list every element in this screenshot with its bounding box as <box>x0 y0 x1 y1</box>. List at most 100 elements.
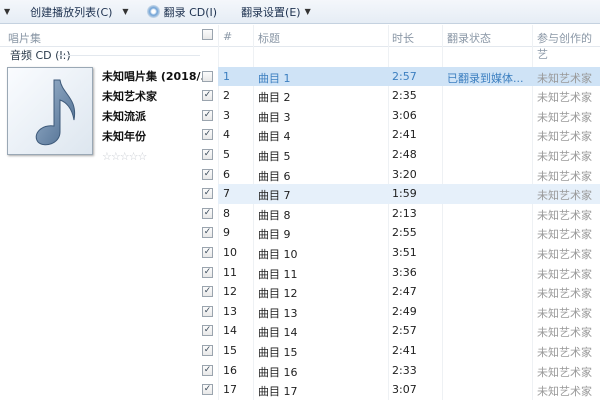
track-checkbox[interactable]: ✓ <box>202 149 213 160</box>
track-row[interactable]: 5 曲目 5 2:48 未知艺术家 <box>218 145 600 165</box>
music-note-icon <box>35 79 76 146</box>
track-checkbox[interactable]: ✓ <box>202 266 213 278</box>
chevron-down-icon[interactable]: ▼ <box>4 7 10 16</box>
track-row[interactable]: 3 曲目 3 3:06 未知艺术家 <box>218 106 600 126</box>
track-title: 曲目 10 <box>258 248 298 261</box>
track-title: 曲目 6 <box>258 169 291 183</box>
track-number: 5 <box>223 148 230 161</box>
track-row[interactable]: 17 曲目 17 3:07 未知艺术家 <box>218 380 600 400</box>
track-title: 曲目 17 <box>258 385 298 399</box>
rip-settings-label: 翻录设置(E) <box>241 5 301 19</box>
track-row[interactable]: 16 曲目 16 2:33 未知艺术家 <box>218 361 600 381</box>
album-name[interactable]: 未知唱片集 (2018/... <box>102 68 213 84</box>
track-artist: 未知艺术家 <box>537 71 592 85</box>
album-art <box>7 67 93 155</box>
track-number: 12 <box>223 285 237 299</box>
create-playlist-label: 创建播放列表(C) <box>30 5 113 19</box>
artist-column-header[interactable]: 参与创作的艺 <box>537 30 600 62</box>
track-row[interactable]: 7 曲目 7 1:59 未知艺术家 <box>218 184 600 204</box>
track-artist: 未知艺术家 <box>537 91 592 105</box>
track-number: 8 <box>223 206 230 220</box>
track-duration: 3:36 <box>392 265 417 279</box>
album-year[interactable]: 未知年份 <box>102 128 146 144</box>
track-checkbox[interactable]: ✓ <box>202 305 213 317</box>
track-row[interactable]: 1 曲目 1 2:57 已翻录到媒体... 未知艺术家 <box>218 66 600 87</box>
track-row[interactable]: 8 曲目 8 2:13 未知艺术家 <box>218 204 600 224</box>
track-artist: 未知艺术家 <box>537 287 592 301</box>
track-duration: 2:35 <box>392 89 417 103</box>
track-duration: 2:33 <box>392 363 417 377</box>
track-row[interactable]: 2 曲目 2 2:35 未知艺术家 <box>218 86 600 106</box>
track-number: 17 <box>223 383 237 397</box>
track-duration: 2:47 <box>392 285 417 299</box>
num-column-header[interactable]: # <box>223 30 232 43</box>
track-duration: 2:49 <box>392 304 417 318</box>
track-row[interactable]: 10 曲目 10 3:51 未知艺术家 <box>218 243 600 263</box>
track-artist: 未知艺术家 <box>537 150 592 163</box>
track-title: 曲目 7 <box>258 189 291 203</box>
rip-cd-button[interactable]: 翻录 CD(I) <box>146 4 217 20</box>
track-checkbox[interactable]: ✓ <box>202 384 213 396</box>
title-column-header[interactable]: 标题 <box>258 30 280 46</box>
track-checkbox[interactable]: ✓ <box>202 325 213 337</box>
track-row[interactable]: 12 曲目 12 2:47 未知艺术家 <box>218 282 600 302</box>
track-checkbox[interactable]: ✓ <box>202 109 213 121</box>
track-row[interactable]: 13 曲目 13 2:49 未知艺术家 <box>218 302 600 322</box>
track-number: 1 <box>223 69 230 83</box>
track-checkbox[interactable]: ✓ <box>202 188 213 200</box>
rip-settings-button[interactable]: 翻录设置(E) ▼ <box>241 4 311 20</box>
create-playlist-button[interactable]: 创建播放列表(C) <box>30 4 112 20</box>
duration-column-header[interactable]: 时长 <box>392 30 414 46</box>
track-artist: 未知艺术家 <box>537 110 592 124</box>
track-artist: 未知艺术家 <box>537 385 592 399</box>
track-row[interactable]: 11 曲目 11 3:36 未知艺术家 <box>218 263 600 283</box>
track-title: 曲目 3 <box>258 110 291 124</box>
track-title: 曲目 1 <box>258 71 291 85</box>
track-checkbox[interactable]: ✓ <box>202 90 213 102</box>
track-title: 曲目 11 <box>258 267 298 281</box>
toolbar: ▼ 创建播放列表(C) ▼ 翻录 CD(I) 翻录设置(E) ▼ <box>0 0 600 24</box>
rating-stars[interactable]: ☆☆☆☆☆ <box>102 150 147 163</box>
track-checkbox[interactable]: ✓ <box>202 227 213 239</box>
track-number: 14 <box>223 324 237 338</box>
track-row[interactable]: 14 曲目 14 2:57 未知艺术家 <box>218 321 600 341</box>
track-checkbox[interactable]: ✓ <box>202 129 213 141</box>
track-duration: 2:41 <box>392 128 417 142</box>
track-number: 11 <box>223 265 237 279</box>
track-checkbox[interactable]: ✓ <box>202 286 213 298</box>
track-artist: 未知艺术家 <box>537 228 592 242</box>
album-column-header[interactable]: 唱片集 <box>8 30 41 46</box>
track-title: 曲目 13 <box>258 306 298 320</box>
track-artist: 未知艺术家 <box>537 306 592 320</box>
track-number: 2 <box>223 89 230 103</box>
track-title: 曲目 4 <box>258 130 291 144</box>
track-checkbox[interactable]: ✓ <box>202 168 213 180</box>
track-duration: 3:51 <box>392 246 417 259</box>
divider <box>58 55 200 56</box>
track-artist: 未知艺术家 <box>537 189 592 203</box>
track-checkbox[interactable]: ✓ <box>202 207 213 219</box>
track-duration: 2:48 <box>392 148 417 161</box>
track-rip-status: 已翻录到媒体... <box>447 71 524 85</box>
track-artist: 未知艺术家 <box>537 169 592 183</box>
track-artist: 未知艺术家 <box>537 267 592 281</box>
track-artist: 未知艺术家 <box>537 326 592 340</box>
track-checkbox[interactable]: ✓ <box>202 247 213 258</box>
track-number: 6 <box>223 167 230 181</box>
track-duration: 3:20 <box>392 167 417 181</box>
chevron-down-icon[interactable]: ▼ <box>122 7 128 16</box>
album-artist[interactable]: 未知艺术家 <box>102 88 157 104</box>
select-all-checkbox[interactable] <box>202 29 213 40</box>
track-number: 9 <box>223 226 230 240</box>
track-artist: 未知艺术家 <box>537 346 592 359</box>
track-row[interactable]: 15 曲目 15 2:41 未知艺术家 <box>218 341 600 361</box>
track-checkbox[interactable]: ✓ <box>202 345 213 356</box>
track-row[interactable]: 4 曲目 4 2:41 未知艺术家 <box>218 125 600 145</box>
track-row[interactable]: 6 曲目 6 3:20 未知艺术家 <box>218 165 600 185</box>
track-checkbox[interactable] <box>202 70 213 82</box>
track-checkbox[interactable]: ✓ <box>202 364 213 376</box>
rip-status-column-header[interactable]: 翻录状态 <box>447 30 491 46</box>
album-genre[interactable]: 未知流派 <box>102 108 146 124</box>
track-title: 曲目 14 <box>258 326 298 340</box>
track-row[interactable]: 9 曲目 9 2:55 未知艺术家 <box>218 223 600 243</box>
